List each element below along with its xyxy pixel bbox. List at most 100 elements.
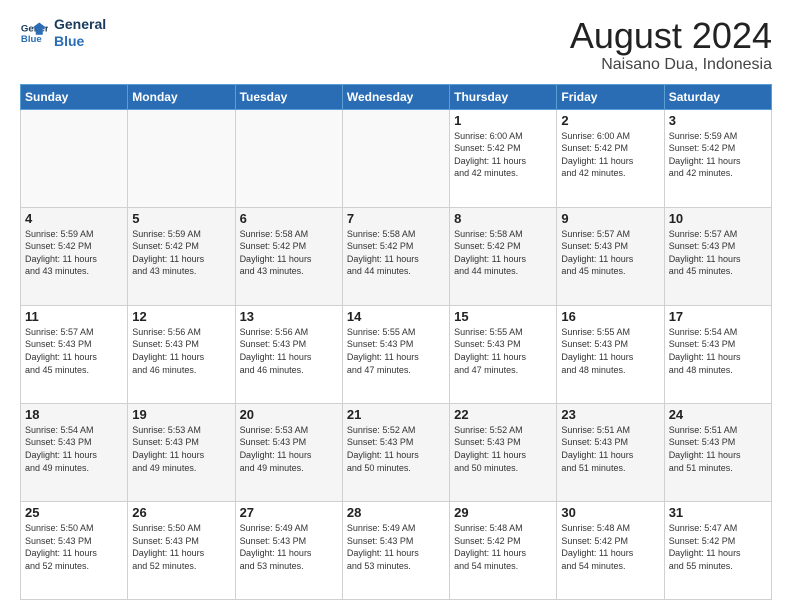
day-info: Sunrise: 5:59 AM Sunset: 5:42 PM Dayligh… [132, 228, 230, 278]
day-info: Sunrise: 5:49 AM Sunset: 5:43 PM Dayligh… [240, 522, 338, 572]
day-number: 10 [669, 211, 767, 226]
calendar-table: SundayMondayTuesdayWednesdayThursdayFrid… [20, 84, 772, 600]
calendar-day-header: Friday [557, 84, 664, 109]
calendar-cell [235, 109, 342, 207]
calendar-header-row: SundayMondayTuesdayWednesdayThursdayFrid… [21, 84, 772, 109]
calendar-cell: 1Sunrise: 6:00 AM Sunset: 5:42 PM Daylig… [450, 109, 557, 207]
calendar-week-row: 11 Sunrise: 5:57 AM Sunset: 5:43 PM Dayli… [21, 305, 772, 403]
day-number: 2 [561, 113, 659, 128]
calendar-cell: 24Sunrise: 5:51 AM Sunset: 5:43 PM Dayli… [664, 403, 771, 501]
calendar-week-row: 25 Sunrise: 5:50 AM Sunset: 5:43 PM Dayli… [21, 501, 772, 599]
calendar-day-header: Tuesday [235, 84, 342, 109]
day-info: Sunrise: 5:52 AM Sunset: 5:43 PM Dayligh… [454, 424, 552, 474]
calendar-cell: 5 Sunrise: 5:59 AM Sunset: 5:42 PM Daylig… [128, 207, 235, 305]
svg-text:Blue: Blue [21, 34, 42, 45]
day-info: Sunrise: 5:50 AM Sunset: 5:43 PM Dayligh… [25, 522, 123, 572]
calendar-cell: 14Sunrise: 5:55 AM Sunset: 5:43 PM Dayli… [342, 305, 449, 403]
calendar-cell: 25 Sunrise: 5:50 AM Sunset: 5:43 PM Dayli… [21, 501, 128, 599]
day-number: 8 [454, 211, 552, 226]
day-info: Sunrise: 5:58 AM Sunset: 5:42 PM Dayligh… [347, 228, 445, 278]
day-number: 5 [132, 211, 230, 226]
day-info: Sunrise: 5:47 AM Sunset: 5:42 PM Dayligh… [669, 522, 767, 572]
calendar-day-header: Wednesday [342, 84, 449, 109]
calendar-cell: 29Sunrise: 5:48 AM Sunset: 5:42 PM Dayli… [450, 501, 557, 599]
logo-text-general: General [54, 16, 106, 33]
location: Naisano Dua, Indonesia [570, 56, 772, 74]
day-info: Sunrise: 5:59 AM Sunset: 5:42 PM Dayligh… [25, 228, 123, 278]
day-number: 29 [454, 505, 552, 520]
calendar-cell: 13 Sunrise: 5:56 AM Sunset: 5:43 PM Dayli… [235, 305, 342, 403]
calendar-cell: 21 Sunrise: 5:52 AM Sunset: 5:43 PM Dayli… [342, 403, 449, 501]
calendar-cell: 16 Sunrise: 5:55 AM Sunset: 5:43 PM Dayli… [557, 305, 664, 403]
calendar-cell: 23Sunrise: 5:51 AM Sunset: 5:43 PM Dayli… [557, 403, 664, 501]
calendar-cell [128, 109, 235, 207]
day-info: Sunrise: 5:55 AM Sunset: 5:43 PM Dayligh… [561, 326, 659, 376]
day-info: Sunrise: 5:57 AM Sunset: 5:43 PM Dayligh… [25, 326, 123, 376]
day-number: 9 [561, 211, 659, 226]
logo-icon: General Blue [20, 19, 48, 47]
calendar-cell: 26Sunrise: 5:50 AM Sunset: 5:43 PM Dayli… [128, 501, 235, 599]
calendar-cell: 30 Sunrise: 5:48 AM Sunset: 5:42 PM Dayli… [557, 501, 664, 599]
calendar-cell: 6 Sunrise: 5:58 AM Sunset: 5:42 PM Daylig… [235, 207, 342, 305]
calendar-cell: 10Sunrise: 5:57 AM Sunset: 5:43 PM Dayli… [664, 207, 771, 305]
day-number: 21 [347, 407, 445, 422]
calendar-cell: 17 Sunrise: 5:54 AM Sunset: 5:43 PM Dayli… [664, 305, 771, 403]
calendar-cell: 7 Sunrise: 5:58 AM Sunset: 5:42 PM Daylig… [342, 207, 449, 305]
day-number: 15 [454, 309, 552, 324]
calendar-cell [342, 109, 449, 207]
day-number: 30 [561, 505, 659, 520]
day-info: Sunrise: 6:00 AM Sunset: 5:42 PM Dayligh… [454, 130, 552, 180]
calendar-cell: 20Sunrise: 5:53 AM Sunset: 5:43 PM Dayli… [235, 403, 342, 501]
day-number: 12 [132, 309, 230, 324]
day-number: 25 [25, 505, 123, 520]
calendar-cell: 31 Sunrise: 5:47 AM Sunset: 5:42 PM Dayli… [664, 501, 771, 599]
day-number: 6 [240, 211, 338, 226]
day-number: 11 [25, 309, 123, 324]
calendar-week-row: 18Sunrise: 5:54 AM Sunset: 5:43 PM Dayli… [21, 403, 772, 501]
day-info: Sunrise: 5:55 AM Sunset: 5:43 PM Dayligh… [454, 326, 552, 376]
day-info: Sunrise: 5:55 AM Sunset: 5:43 PM Dayligh… [347, 326, 445, 376]
day-number: 17 [669, 309, 767, 324]
day-info: Sunrise: 5:54 AM Sunset: 5:43 PM Dayligh… [25, 424, 123, 474]
day-number: 28 [347, 505, 445, 520]
day-number: 20 [240, 407, 338, 422]
title-block: August 2024 Naisano Dua, Indonesia [570, 16, 772, 74]
day-info: Sunrise: 5:57 AM Sunset: 5:43 PM Dayligh… [561, 228, 659, 278]
calendar-cell: 22 Sunrise: 5:52 AM Sunset: 5:43 PM Dayli… [450, 403, 557, 501]
day-number: 31 [669, 505, 767, 520]
day-number: 13 [240, 309, 338, 324]
day-info: Sunrise: 5:56 AM Sunset: 5:43 PM Dayligh… [240, 326, 338, 376]
day-info: Sunrise: 5:53 AM Sunset: 5:43 PM Dayligh… [132, 424, 230, 474]
logo-text-blue: Blue [54, 33, 106, 50]
day-info: Sunrise: 6:00 AM Sunset: 5:42 PM Dayligh… [561, 130, 659, 180]
day-info: Sunrise: 5:52 AM Sunset: 5:43 PM Dayligh… [347, 424, 445, 474]
day-info: Sunrise: 5:58 AM Sunset: 5:42 PM Dayligh… [240, 228, 338, 278]
calendar-cell: 28 Sunrise: 5:49 AM Sunset: 5:43 PM Dayli… [342, 501, 449, 599]
day-number: 3 [669, 113, 767, 128]
day-number: 16 [561, 309, 659, 324]
day-info: Sunrise: 5:51 AM Sunset: 5:43 PM Dayligh… [561, 424, 659, 474]
svg-text:General: General [21, 23, 48, 34]
day-info: Sunrise: 5:56 AM Sunset: 5:43 PM Dayligh… [132, 326, 230, 376]
day-number: 22 [454, 407, 552, 422]
calendar-week-row: 4 Sunrise: 5:59 AM Sunset: 5:42 PM Daylig… [21, 207, 772, 305]
day-info: Sunrise: 5:54 AM Sunset: 5:43 PM Dayligh… [669, 326, 767, 376]
day-info: Sunrise: 5:48 AM Sunset: 5:42 PM Dayligh… [561, 522, 659, 572]
month-title: August 2024 [570, 16, 772, 56]
calendar-day-header: Thursday [450, 84, 557, 109]
calendar-cell [21, 109, 128, 207]
day-info: Sunrise: 5:49 AM Sunset: 5:43 PM Dayligh… [347, 522, 445, 572]
calendar-cell: 4 Sunrise: 5:59 AM Sunset: 5:42 PM Daylig… [21, 207, 128, 305]
day-info: Sunrise: 5:58 AM Sunset: 5:42 PM Dayligh… [454, 228, 552, 278]
calendar-cell: 12 Sunrise: 5:56 AM Sunset: 5:43 PM Dayli… [128, 305, 235, 403]
day-number: 7 [347, 211, 445, 226]
calendar-cell: 3Sunrise: 5:59 AM Sunset: 5:42 PM Daylig… [664, 109, 771, 207]
calendar-cell: 18Sunrise: 5:54 AM Sunset: 5:43 PM Dayli… [21, 403, 128, 501]
day-info: Sunrise: 5:50 AM Sunset: 5:43 PM Dayligh… [132, 522, 230, 572]
calendar-day-header: Saturday [664, 84, 771, 109]
calendar-cell: 27Sunrise: 5:49 AM Sunset: 5:43 PM Dayli… [235, 501, 342, 599]
page: General Blue General Blue August 2024 Na… [0, 0, 792, 612]
day-number: 4 [25, 211, 123, 226]
calendar-cell: 19Sunrise: 5:53 AM Sunset: 5:43 PM Dayli… [128, 403, 235, 501]
calendar-week-row: 1Sunrise: 6:00 AM Sunset: 5:42 PM Daylig… [21, 109, 772, 207]
